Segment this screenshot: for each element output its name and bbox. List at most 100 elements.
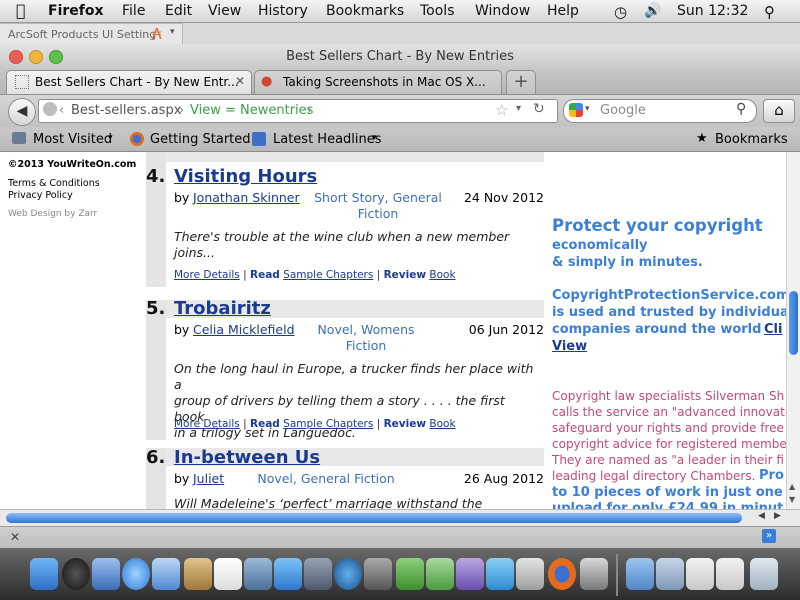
new-tab-button[interactable]: + xyxy=(506,70,536,94)
time-machine-dock-icon[interactable] xyxy=(334,558,362,590)
document-icon[interactable] xyxy=(716,558,744,590)
entry-author[interactable]: Juliet xyxy=(193,471,224,486)
scrollbar-thumb[interactable] xyxy=(789,291,798,355)
app-icon[interactable] xyxy=(396,558,424,590)
app-icon[interactable] xyxy=(456,558,484,590)
app-icon[interactable] xyxy=(580,558,608,590)
bookmark-most-visited[interactable]: Most Visited xyxy=(33,132,112,147)
close-tab-icon[interactable]: ✕ xyxy=(235,74,245,88)
bookmark-latest-headlines[interactable]: Latest Headlines xyxy=(273,132,382,147)
url-crumb[interactable]: View = Newentries xyxy=(190,103,313,118)
entry-title[interactable]: Visiting Hours xyxy=(174,166,317,187)
entry-genre[interactable]: Novel, Womens Fiction xyxy=(316,322,416,354)
ad-promo[interactable]: Pro xyxy=(759,468,784,483)
messages-icon[interactable] xyxy=(486,558,514,590)
document-icon[interactable] xyxy=(686,558,714,590)
scroll-left-icon[interactable]: ◀ xyxy=(758,511,765,521)
scroll-right-icon[interactable]: ▶ xyxy=(774,511,781,521)
menu-help[interactable]: Help xyxy=(547,3,579,19)
safari-icon[interactable] xyxy=(122,558,150,590)
scrollbar-thumb[interactable] xyxy=(6,513,742,523)
review-book-link[interactable]: Review Book xyxy=(384,418,456,430)
search-engine-dropdown-icon[interactable]: ▾ xyxy=(585,104,590,114)
terms-link[interactable]: Terms & Conditions xyxy=(8,178,100,189)
chevron-down-icon[interactable]: ▾ xyxy=(108,133,113,143)
time-machine-icon[interactable]: ◷ xyxy=(614,3,627,21)
bookmarks-menu-button[interactable]: Bookmarks xyxy=(715,132,788,147)
photos-icon[interactable] xyxy=(244,558,272,590)
addon-bar: ✕ » xyxy=(0,526,800,549)
reload-icon[interactable]: ↻ xyxy=(533,101,545,117)
menu-edit[interactable]: Edit xyxy=(165,3,192,19)
menu-history[interactable]: History xyxy=(258,3,308,19)
entry-author[interactable]: Celia Micklefield xyxy=(193,322,295,337)
ad-site[interactable]: CopyrightProtectionService.com xyxy=(552,288,786,303)
home-button[interactable]: ⌂ xyxy=(763,99,795,123)
vertical-scrollbar[interactable]: ▲ ▼ xyxy=(786,152,800,509)
url-bar[interactable]: ‹ Best-sellers.aspx › View = Newentries … xyxy=(38,99,558,123)
ad-headline[interactable]: Protect your copyright xyxy=(552,216,763,235)
dashboard-icon[interactable] xyxy=(62,558,90,590)
addon-icon[interactable]: » xyxy=(762,529,776,543)
arcsoft-dropdown-icon[interactable]: ▾ xyxy=(170,27,175,37)
bookmark-getting-started[interactable]: Getting Started xyxy=(150,132,251,147)
url-dropdown-icon[interactable]: ▾ xyxy=(516,103,521,114)
mail-icon[interactable] xyxy=(92,558,120,590)
entry-genre[interactable]: Novel, General Fiction xyxy=(256,471,396,487)
menu-file[interactable]: File xyxy=(122,3,145,19)
app-icon[interactable] xyxy=(516,558,544,590)
close-addon-bar-icon[interactable]: ✕ xyxy=(10,530,20,544)
scroll-down-icon[interactable]: ▼ xyxy=(789,495,795,504)
app-menu[interactable]: Firefox xyxy=(48,3,104,19)
search-box[interactable]: ▾ Google ⚲ xyxy=(563,99,757,123)
trash-icon[interactable] xyxy=(750,558,778,590)
menu-view[interactable]: View xyxy=(208,3,241,19)
clock[interactable]: Sun 12:32 xyxy=(677,3,748,19)
volume-icon[interactable]: 🔊 xyxy=(644,3,661,19)
more-details-link[interactable]: More Details xyxy=(174,269,240,281)
read-sample-link[interactable]: Read Sample Chapters xyxy=(250,418,373,430)
horizontal-scrollbar[interactable]: ◀ ▶ xyxy=(0,509,800,527)
apple-icon[interactable]:  xyxy=(16,1,26,20)
bookmarks-menu-icon[interactable]: ★ xyxy=(696,131,708,146)
back-button[interactable]: ◀ xyxy=(8,98,36,126)
google-icon[interactable] xyxy=(569,103,583,117)
arcsoft-label[interactable]: ArcSoft Products UI Setting xyxy=(8,28,156,41)
itunes-icon[interactable] xyxy=(274,558,302,590)
system-preferences-icon[interactable] xyxy=(364,558,392,590)
contacts-icon[interactable] xyxy=(184,558,212,590)
mission-control-icon[interactable] xyxy=(304,558,332,590)
entry-title[interactable]: Trobairitz xyxy=(174,298,271,319)
ad-view-link[interactable]: View xyxy=(552,339,587,354)
entry-title[interactable]: In-between Us xyxy=(174,447,320,468)
chevron-down-icon[interactable]: ▾ xyxy=(372,133,377,143)
tab-best-sellers[interactable]: Best Sellers Chart - By New Entr... ✕ xyxy=(6,70,252,94)
app-icon[interactable] xyxy=(426,558,454,590)
finder-icon[interactable] xyxy=(30,558,58,590)
folder-icon[interactable] xyxy=(656,558,684,590)
bookmark-star-icon[interactable]: ☆ xyxy=(495,101,508,119)
firefox-dock-icon[interactable] xyxy=(548,558,576,590)
review-book-link[interactable]: Review Book xyxy=(384,269,456,281)
facetime-icon[interactable] xyxy=(152,558,180,590)
tab-screenshots[interactable]: ● Taking Screenshots in Mac OS X... xyxy=(254,70,502,94)
menu-bookmarks[interactable]: Bookmarks xyxy=(326,3,404,19)
scroll-up-icon[interactable]: ▲ xyxy=(789,482,795,491)
menu-tools[interactable]: Tools xyxy=(420,3,455,19)
menu-window[interactable]: Window xyxy=(475,3,530,19)
read-sample-link[interactable]: Read Sample Chapters xyxy=(250,269,373,281)
spotlight-icon[interactable]: ⚲ xyxy=(764,3,775,21)
entry-genre[interactable]: Short Story, General Fiction xyxy=(313,190,443,222)
privacy-link[interactable]: Privacy Policy xyxy=(8,190,73,201)
ad-promo: to 10 pieces of work in just one xyxy=(552,485,783,500)
arcsoft-logo-icon[interactable]: ₳ xyxy=(152,25,162,43)
url-path[interactable]: Best-sellers.aspx xyxy=(71,103,181,118)
web-design-credit[interactable]: Web Design by Zarr xyxy=(8,209,97,219)
search-icon[interactable]: ⚲ xyxy=(736,101,746,117)
site-identity-icon[interactable] xyxy=(43,102,57,116)
calendar-icon[interactable] xyxy=(214,558,242,590)
folder-icon[interactable] xyxy=(626,558,654,590)
ad-click-link[interactable]: Cli xyxy=(764,322,782,337)
entry-author[interactable]: Jonathan Skinner xyxy=(193,190,300,205)
more-details-link[interactable]: More Details xyxy=(174,418,240,430)
